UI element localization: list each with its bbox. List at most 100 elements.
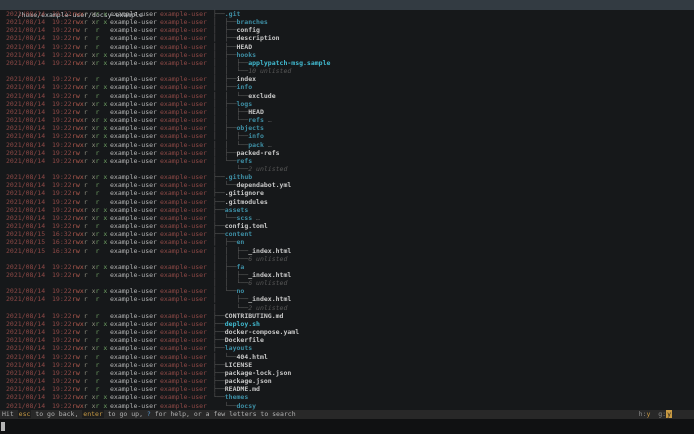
perm-owner: rwx xyxy=(72,58,84,67)
file-row[interactable]: 2021/08/14 19:22 rw r r example-user exampl… xyxy=(0,377,694,385)
file-row[interactable]: 2021/08/14 19:22 rw r r example-user exampl… xyxy=(0,328,694,336)
file-name: README.md xyxy=(224,385,260,394)
file-permissions: rwxr xr x xyxy=(72,100,107,108)
file-row[interactable]: 2021/08/14 19:22 rwxr xr x example-user exam… xyxy=(0,51,694,59)
file-row[interactable]: 2021/08/14 19:22 rwxr xr x example-user exam… xyxy=(0,83,694,91)
file-row[interactable]: 2021/08/15 16:32 rw r r example-user exampl… xyxy=(0,247,694,255)
unlisted-row[interactable]: │ └──2 unlisted xyxy=(0,165,694,173)
file-row[interactable]: 2021/08/14 19:22 rwxr xr x example-user exam… xyxy=(0,157,694,165)
perm-group: r x xyxy=(83,99,96,108)
file-permissions: rw r r xyxy=(72,369,107,377)
unlisted-row[interactable]: │ │ └──6 unlisted xyxy=(0,279,694,287)
file-row[interactable]: 2021/08/14 19:22 rwxr xr x example-user exam… xyxy=(0,100,694,108)
file-row[interactable]: 2021/08/14 19:22 rw r r example-user exampl… xyxy=(0,181,694,189)
file-row[interactable]: 2021/08/14 19:22 rw r r example-user exampl… xyxy=(0,26,694,34)
search-input[interactable] xyxy=(0,419,694,434)
tree-branch: │ │ ├── xyxy=(213,271,249,279)
perm-group: r xyxy=(83,336,96,345)
file-time: 16:32 xyxy=(52,230,72,239)
unlisted-row[interactable]: │ │ └──6 unlisted xyxy=(0,255,694,263)
file-name: HEAD xyxy=(236,42,253,51)
file-row[interactable]: 2021/08/14 19:22 rwxr xr x example-user exam… xyxy=(0,18,694,26)
status-flags: h:y g:y xyxy=(639,410,672,419)
file-permissions: rwxr xr x xyxy=(72,18,107,26)
file-name: .git xyxy=(224,10,241,18)
file-row[interactable]: 2021/08/14 19:22 rw r r example-user exampl… xyxy=(0,149,694,157)
file-row[interactable]: 2021/08/14 19:22 rw r r example-user exampl… xyxy=(0,92,694,100)
file-name: exclude xyxy=(248,91,276,100)
file-owner: example-user xyxy=(110,287,157,296)
file-time: 19:22 xyxy=(52,311,72,320)
file-row[interactable]: 2021/08/14 19:22 rw r r example-user exampl… xyxy=(0,369,694,377)
perm-group: r xyxy=(83,189,96,198)
file-name: description xyxy=(236,34,280,43)
file-row[interactable]: 2021/08/14 19:22 rw r r example-user exampl… xyxy=(0,361,694,369)
file-time: 19:22 xyxy=(52,156,72,165)
file-row[interactable]: 2021/08/14 19:22 rwxr xr x example-user exam… xyxy=(0,132,694,140)
file-row[interactable]: 2021/08/14 19:22 rw r r example-user exampl… xyxy=(0,353,694,361)
file-row[interactable]: 2021/08/14 19:22 rw r r example-user exampl… xyxy=(0,336,694,344)
file-row[interactable]: 2021/08/14 19:22 rw r r example-user exampl… xyxy=(0,34,694,42)
file-date: 2021/08/14 xyxy=(6,311,46,320)
file-row[interactable]: 2021/08/14 19:22 rw r r example-user exampl… xyxy=(0,312,694,320)
file-time: 19:22 xyxy=(52,91,72,100)
perm-owner: rw xyxy=(72,360,84,369)
perm-other: r x xyxy=(95,344,108,353)
file-row[interactable]: 2021/08/14 19:22 rw r r example-user exampl… xyxy=(0,189,694,197)
file-time: 16:32 xyxy=(52,238,72,247)
file-permissions: rwxr xr x xyxy=(72,230,107,238)
file-row[interactable]: 2021/08/14 19:22 rw r r example-user exampl… xyxy=(0,385,694,393)
file-row[interactable]: 2021/08/14 19:22 rwxr xr x example-user exam… xyxy=(0,344,694,352)
file-owner: example-user xyxy=(110,75,157,84)
file-row[interactable]: 2021/08/14 19:22 rw r r example-user exampl… xyxy=(0,108,694,116)
tree-branch: │ │ ├── xyxy=(213,246,249,255)
tree-cell: │ │ └──pack … xyxy=(213,141,272,149)
file-row[interactable]: 2021/08/14 19:22 rw r r example-user exampl… xyxy=(0,75,694,83)
file-row[interactable]: 2021/08/14 19:22 rwxr xr x example-user exam… xyxy=(0,10,694,18)
file-time: 19:22 xyxy=(52,295,72,304)
unlisted-row[interactable]: │ │ └──10 unlisted xyxy=(0,67,694,75)
unlisted-row[interactable]: │ └──2 unlisted xyxy=(0,304,694,312)
file-permissions: rw r r xyxy=(72,271,107,279)
tree-branch: │ │ ├── xyxy=(213,132,249,141)
file-row[interactable]: 2021/08/14 19:22 rwxr xr x example-user exam… xyxy=(0,124,694,132)
tree-branch: │ ├── xyxy=(213,262,237,271)
file-row[interactable]: 2021/08/14 19:22 rw r r example-user exampl… xyxy=(0,198,694,206)
file-date: 2021/08/14 xyxy=(6,328,46,337)
file-row[interactable]: 2021/08/14 19:22 rw r r example-user exampl… xyxy=(0,43,694,51)
file-group: example-user xyxy=(160,368,207,377)
file-owner: example-user xyxy=(110,385,157,394)
perm-owner: rw xyxy=(72,75,84,84)
file-row[interactable]: 2021/08/15 16:32 rwxr xr x example-user exam… xyxy=(0,230,694,238)
file-group: example-user xyxy=(160,156,207,165)
file-row[interactable]: 2021/08/15 16:32 rwxr xr x example-user exam… xyxy=(0,238,694,246)
file-row[interactable]: 2021/08/14 19:22 rwxr xr x example-user exam… xyxy=(0,402,694,410)
file-time: 19:22 xyxy=(52,18,72,27)
file-group: example-user xyxy=(160,205,207,214)
file-date: 2021/08/14 xyxy=(6,132,46,141)
perm-owner: rw xyxy=(72,42,84,51)
file-row[interactable]: 2021/08/14 19:22 rw r r example-user exampl… xyxy=(0,222,694,230)
file-row[interactable]: 2021/08/14 19:22 rwxr xr x example-user exam… xyxy=(0,173,694,181)
file-date: 2021/08/14 xyxy=(6,124,46,133)
file-row[interactable]: 2021/08/14 19:22 rw r r example-user exampl… xyxy=(0,271,694,279)
file-time: 19:22 xyxy=(52,10,72,18)
file-row[interactable]: 2021/08/14 19:22 rwxr xr x example-user exam… xyxy=(0,393,694,401)
file-name: logs xyxy=(236,99,253,108)
tree-cell: ├──.gitmodules xyxy=(213,198,268,206)
perm-group: r xyxy=(83,34,96,43)
file-row[interactable]: 2021/08/14 19:22 rwxr xr x example-user exam… xyxy=(0,320,694,328)
perm-group: r x xyxy=(83,50,96,59)
file-row[interactable]: 2021/08/14 19:22 rwxr xr x example-user exam… xyxy=(0,214,694,222)
file-row[interactable]: 2021/08/14 19:22 rwxr xr x example-user exam… xyxy=(0,116,694,124)
file-row[interactable]: 2021/08/14 19:22 rwxr xr x example-user exam… xyxy=(0,141,694,149)
tree-branch: │ │ └── xyxy=(213,254,249,263)
tree-branch: │ │ ├── xyxy=(213,107,249,116)
file-row[interactable]: 2021/08/14 19:22 rwxr xr x example-user exam… xyxy=(0,263,694,271)
file-row[interactable]: 2021/08/14 19:22 rwxr xr x example-user exam… xyxy=(0,287,694,295)
file-row[interactable]: 2021/08/14 19:22 rw r r example-user exampl… xyxy=(0,295,694,303)
file-time: 19:22 xyxy=(52,34,72,43)
file-row[interactable]: 2021/08/14 19:22 rwxr xr x example-user exam… xyxy=(0,206,694,214)
file-permissions: rwxr xr x xyxy=(72,83,107,91)
file-row[interactable]: 2021/08/14 19:22 rwxr xr x example-user exam… xyxy=(0,59,694,67)
